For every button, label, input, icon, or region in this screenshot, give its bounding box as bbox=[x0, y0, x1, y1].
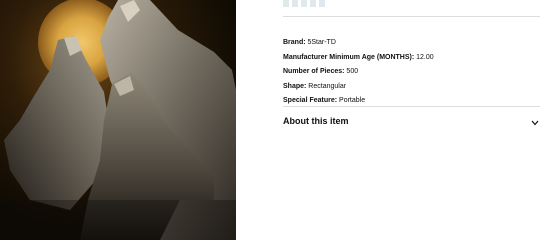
attribute-row-shape: Shape: Rectangular bbox=[283, 80, 434, 95]
attribute-label: Special Feature: bbox=[283, 97, 340, 104]
divider bbox=[283, 106, 540, 107]
attribute-row-brand: Brand: 5Star-TD bbox=[283, 36, 434, 51]
attribute-row-pieces: Number of Pieces: 500 bbox=[283, 65, 434, 80]
attribute-value: 500 bbox=[346, 68, 359, 75]
product-title-placeholder bbox=[283, 0, 325, 7]
attribute-value: 5Star-TD bbox=[307, 39, 336, 46]
attribute-row-min-age: Manufacturer Minimum Age (MONTHS): 12.00 bbox=[283, 51, 434, 66]
about-this-item-toggle[interactable]: About this item bbox=[283, 113, 540, 129]
about-this-item-heading: About this item bbox=[283, 116, 349, 126]
product-details: Brand: 5Star-TD Manufacturer Minimum Age… bbox=[283, 0, 540, 240]
attribute-value: Rectangular bbox=[308, 82, 347, 90]
attribute-label: Brand: bbox=[283, 39, 308, 46]
divider bbox=[283, 16, 540, 17]
product-attributes: Brand: 5Star-TD Manufacturer Minimum Age… bbox=[283, 36, 434, 109]
attribute-label: Manufacturer Minimum Age (MONTHS): bbox=[283, 53, 417, 61]
product-detail-page: Brand: 5Star-TD Manufacturer Minimum Age… bbox=[0, 0, 540, 240]
attribute-label: Shape: bbox=[283, 82, 309, 90]
chevron-down-icon[interactable] bbox=[530, 118, 540, 128]
attribute-label: Number of Pieces: bbox=[283, 68, 347, 75]
attribute-value: 12.00 bbox=[416, 53, 434, 61]
attribute-value: Portable bbox=[339, 97, 366, 104]
wolves-moon-picture bbox=[0, 0, 236, 240]
product-image[interactable] bbox=[0, 0, 236, 240]
